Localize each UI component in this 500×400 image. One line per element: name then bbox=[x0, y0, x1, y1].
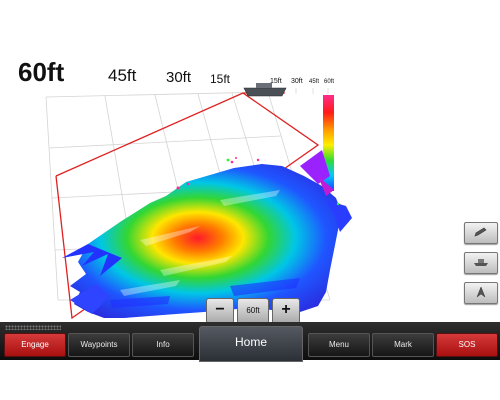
zoom-level-display: 60ft bbox=[237, 298, 269, 324]
bar-drag-handle[interactable] bbox=[5, 325, 61, 330]
range-label-60ft: 60ft bbox=[18, 57, 65, 87]
info-button[interactable]: Info bbox=[132, 333, 194, 357]
zoom-out-button[interactable]: − bbox=[206, 298, 234, 324]
range-label-30ft: 30ft bbox=[166, 69, 192, 86]
mark-button[interactable]: Mark bbox=[372, 333, 434, 357]
far-range-label-30ft: 30ft bbox=[291, 78, 303, 85]
sos-button[interactable]: SOS bbox=[436, 333, 498, 357]
menu-button[interactable]: Menu bbox=[308, 333, 370, 357]
far-range-label-45ft: 45ft bbox=[309, 79, 320, 85]
range-label-45ft: 45ft bbox=[108, 66, 137, 85]
far-range-label-15ft: 15ft bbox=[270, 78, 282, 85]
sonar-bottom-surface bbox=[62, 150, 352, 318]
far-range-label-60ft: 60ft bbox=[324, 79, 335, 85]
boat-icon bbox=[474, 259, 488, 266]
pencil-icon bbox=[474, 227, 487, 237]
waypoints-button[interactable]: Waypoints bbox=[68, 333, 130, 357]
sonar-3d-view[interactable]: 60ft 45ft 30ft 15ft 15ft 30ft 45ft 60ft … bbox=[0, 0, 500, 360]
pencil-button[interactable] bbox=[464, 222, 498, 244]
zoom-in-button[interactable]: + bbox=[272, 298, 300, 324]
range-label-15ft: 15ft bbox=[210, 72, 231, 86]
home-button[interactable]: Home bbox=[199, 326, 303, 362]
boat-view-button[interactable] bbox=[464, 252, 498, 274]
north-orientation-button[interactable] bbox=[464, 282, 498, 304]
engage-button[interactable]: Engage bbox=[4, 333, 66, 357]
zoom-control: − 60ft + bbox=[206, 298, 300, 324]
north-arrow-icon bbox=[476, 286, 486, 298]
